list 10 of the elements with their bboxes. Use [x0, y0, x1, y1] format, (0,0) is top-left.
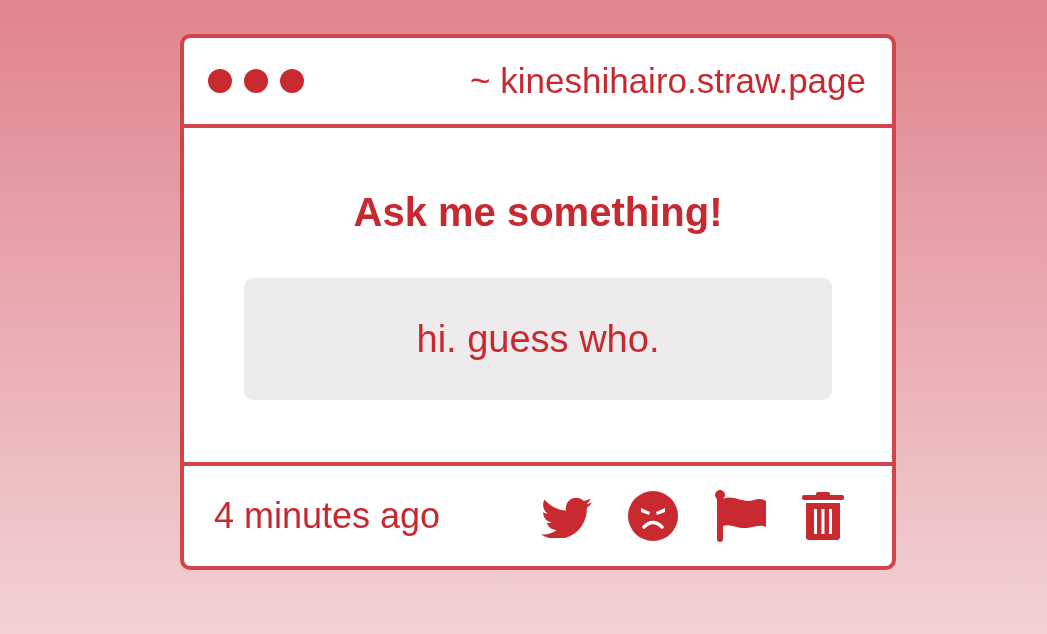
question-text: hi. guess who. — [416, 317, 660, 361]
page-url: ~ kineshihairo.straw.page — [470, 61, 866, 101]
window-dot-icon — [244, 69, 268, 93]
flag-icon[interactable] — [714, 490, 766, 542]
window-dot-icon — [280, 69, 304, 93]
trash-icon[interactable] — [802, 492, 844, 540]
angry-face-icon[interactable] — [628, 491, 678, 541]
prompt-heading: Ask me something! — [353, 189, 723, 236]
window-dot-icon — [208, 69, 232, 93]
timestamp: 4 minutes ago — [214, 495, 441, 537]
